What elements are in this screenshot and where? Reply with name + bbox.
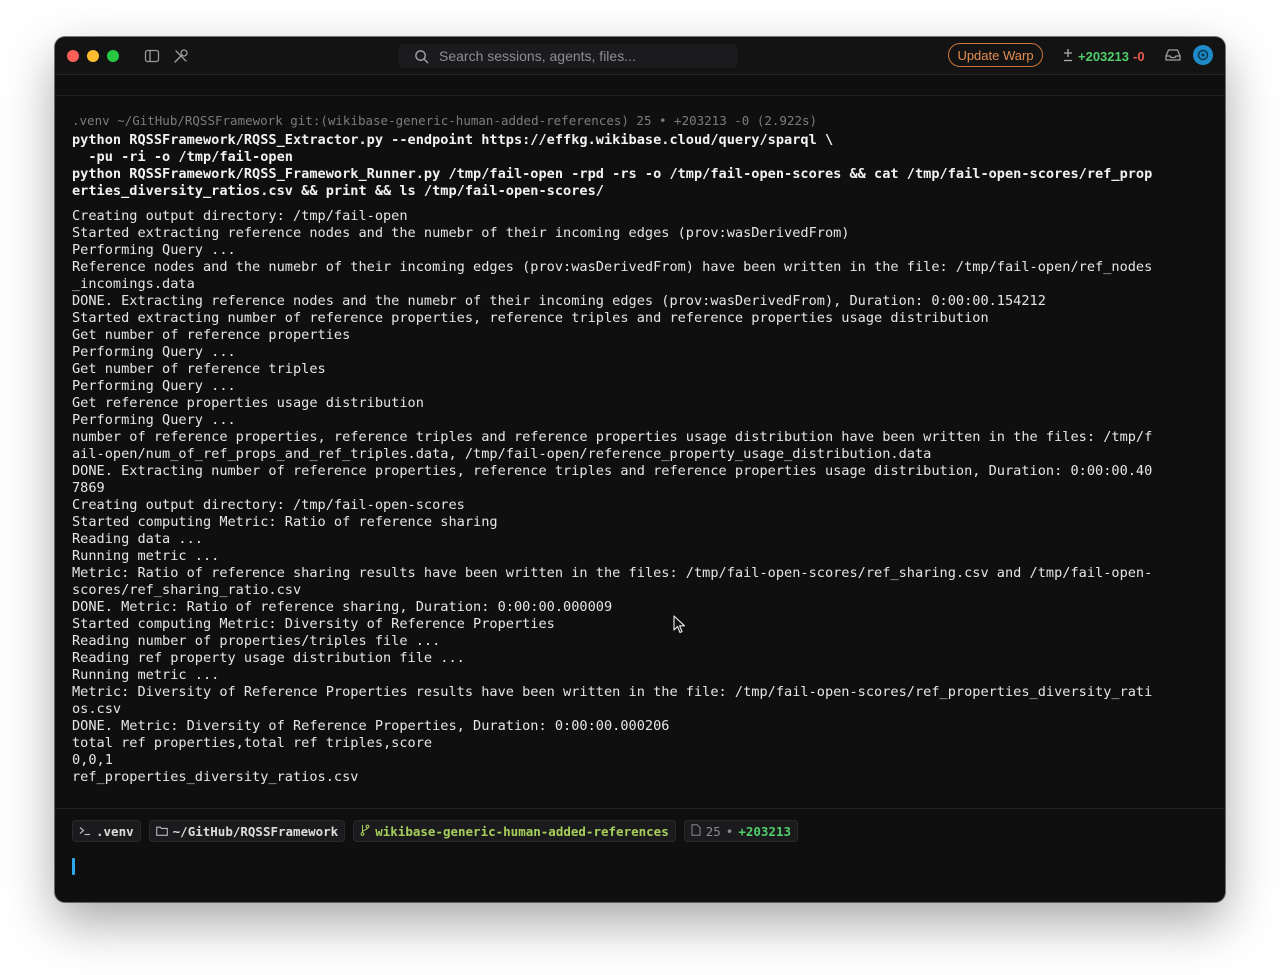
- update-warp-button[interactable]: Update Warp: [948, 43, 1043, 67]
- output-line: 0,0,1: [72, 752, 113, 768]
- output-line: Get number of reference triples: [72, 361, 326, 377]
- avatar-icon[interactable]: [1193, 45, 1213, 65]
- inbox-icon[interactable]: [1164, 47, 1182, 67]
- terminal-prompt-icon: [79, 824, 91, 839]
- directory-label: ~/GitHub/RQSSFramework: [172, 823, 339, 839]
- output-line: DONE. Extracting reference nodes and the…: [72, 293, 1046, 309]
- zoom-window-button[interactable]: [107, 50, 119, 62]
- search-icon: [414, 49, 429, 64]
- folder-icon: [155, 824, 168, 839]
- diff-added: +203213: [1078, 48, 1129, 64]
- command-line: python RQSSFramework/RQSS_Framework_Runn…: [72, 166, 1153, 182]
- output-line: Started extracting number of reference p…: [72, 310, 989, 326]
- output-line: Performing Query ...: [72, 412, 236, 428]
- output-line: ail-open/num_of_ref_props_and_ref_triple…: [72, 446, 932, 462]
- output-line: DONE. Metric: Ratio of reference sharing…: [72, 599, 613, 615]
- output-line: Creating output directory: /tmp/fail-ope…: [72, 208, 408, 224]
- input-cursor[interactable]: [72, 858, 75, 875]
- branch-chip[interactable]: wikibase-generic-human-added-references: [353, 820, 676, 842]
- output-line: Get number of reference properties: [72, 327, 351, 343]
- previous-prompt: .venv ~/GitHub/RQSSFramework git:(wikiba…: [72, 113, 818, 128]
- venv-chip[interactable]: .venv: [72, 820, 141, 842]
- tools-icon[interactable]: [172, 47, 190, 65]
- output-line: _incomings.data: [72, 276, 195, 292]
- output-line: DONE. Metric: Diversity of Reference Pro…: [72, 718, 670, 734]
- output-line: Metric: Diversity of Reference Propertie…: [72, 684, 1153, 700]
- output-line: total ref properties,total ref triples,s…: [72, 735, 433, 751]
- diff-stats[interactable]: +203213 -0: [1062, 47, 1145, 65]
- command-line: -pu -ri -o /tmp/fail-open: [72, 149, 293, 165]
- directory-chip[interactable]: ~/GitHub/RQSSFramework: [148, 820, 346, 842]
- search-bar[interactable]: Search sessions, agents, files...: [398, 44, 738, 68]
- mouse-pointer-icon: [673, 615, 686, 634]
- output-line: Creating output directory: /tmp/fail-ope…: [72, 497, 465, 513]
- lines-added-count: +203213: [738, 823, 791, 839]
- output-line: Reference nodes and the numebr of their …: [72, 259, 1153, 275]
- output-line: Started extracting reference nodes and t…: [72, 225, 850, 241]
- command-line: python RQSSFramework/RQSS_Extractor.py -…: [72, 132, 834, 148]
- output-line: Running metric ...: [72, 667, 220, 683]
- close-window-button[interactable]: [67, 50, 79, 62]
- title-bar: Search sessions, agents, files... Update…: [55, 37, 1225, 75]
- output-line: Reading data ...: [72, 531, 203, 547]
- sidebar-toggle-icon[interactable]: [143, 47, 161, 65]
- command-line: erties_diversity_ratios.csv && print && …: [72, 183, 604, 199]
- changes-chip[interactable]: 25 • +203213: [683, 820, 798, 842]
- output-line: Metric: Ratio of reference sharing resul…: [72, 565, 1153, 581]
- output-line: DONE. Extracting number of reference pro…: [72, 463, 1153, 479]
- file-icon: [691, 823, 701, 839]
- branch-label: wikibase-generic-human-added-references: [375, 823, 669, 839]
- output-line: Performing Query ...: [72, 242, 236, 258]
- output-line: Reading ref property usage distribution …: [72, 650, 465, 666]
- output-line: scores/ref_sharing_ratio.csv: [72, 582, 302, 598]
- output-line: Reading number of properties/triples fil…: [72, 633, 441, 649]
- chip-separator: •: [725, 823, 734, 839]
- venv-label: .venv: [96, 823, 134, 839]
- output-line: 7869: [72, 480, 105, 496]
- output-line: number of reference properties, referenc…: [72, 429, 1153, 445]
- output-line: os.csv: [72, 701, 122, 717]
- output-line: Get reference properties usage distribut…: [72, 395, 424, 411]
- output-line: Performing Query ...: [72, 378, 236, 394]
- pane-divider: [55, 95, 1225, 96]
- terminal-output[interactable]: .venv ~/GitHub/RQSSFramework git:(wikiba…: [72, 112, 1215, 786]
- files-changed-count: 25: [705, 823, 721, 839]
- output-line: Started computing Metric: Diversity of R…: [72, 616, 555, 632]
- output-line: Performing Query ...: [72, 344, 236, 360]
- output-line: ref_properties_diversity_ratios.csv: [72, 769, 359, 785]
- prompt-context-chips: .venv ~/GitHub/RQSSFramework wikibase-ge…: [72, 820, 798, 842]
- terminal-window: Search sessions, agents, files... Update…: [55, 37, 1225, 902]
- output-line: Running metric ...: [72, 548, 220, 564]
- diff-removed: -0: [1132, 48, 1145, 64]
- git-branch-icon: [360, 824, 370, 839]
- minimize-window-button[interactable]: [87, 50, 99, 62]
- output-line: Started computing Metric: Ratio of refer…: [72, 514, 498, 530]
- diff-icon: [1062, 48, 1074, 65]
- search-placeholder: Search sessions, agents, files...: [439, 48, 636, 64]
- input-divider: [55, 808, 1225, 809]
